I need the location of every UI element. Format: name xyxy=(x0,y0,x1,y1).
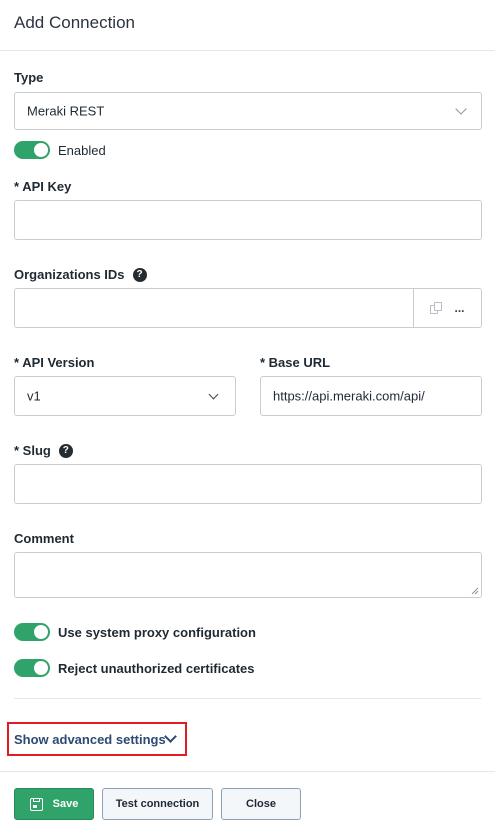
api-version-value: v1 xyxy=(27,388,41,404)
api-version-label: * API Version xyxy=(14,355,95,370)
help-icon[interactable]: ? xyxy=(58,443,73,458)
slug-input[interactable] xyxy=(14,464,482,504)
footer-divider xyxy=(0,771,495,772)
toggle-knob xyxy=(34,661,48,675)
base-url-label: * Base URL xyxy=(260,355,331,370)
api-version-select[interactable]: v1 xyxy=(14,376,236,416)
toggle-knob xyxy=(34,143,48,157)
more-options-button[interactable]: ... xyxy=(454,301,464,315)
comment-textarea[interactable] xyxy=(14,552,482,598)
org-ids-input[interactable]: ... xyxy=(14,288,482,328)
chevron-down-icon xyxy=(208,389,219,400)
api-key-input[interactable] xyxy=(14,200,482,240)
resize-handle-icon[interactable] xyxy=(471,587,479,595)
test-connection-label: Test connection xyxy=(115,798,200,810)
close-button[interactable]: Close xyxy=(221,788,301,820)
api-key-label: * API Key xyxy=(14,179,72,194)
base-url-input[interactable]: https://api.meraki.com/api/ xyxy=(260,376,482,416)
type-select[interactable]: Meraki REST xyxy=(14,92,482,130)
copy-icon[interactable] xyxy=(430,301,443,315)
type-select-value: Meraki REST xyxy=(27,103,105,119)
advanced-settings-label: Show advanced settings xyxy=(14,731,166,747)
toggle-knob xyxy=(34,625,48,639)
system-proxy-toggle[interactable] xyxy=(14,623,50,641)
section-divider xyxy=(14,698,481,699)
chevron-down-icon xyxy=(455,103,467,115)
comment-label: Comment xyxy=(14,531,74,546)
slug-label-text: * Slug xyxy=(14,443,51,458)
close-button-label: Close xyxy=(246,798,276,810)
test-connection-button[interactable]: Test connection xyxy=(102,788,213,820)
save-button-label: Save xyxy=(52,798,79,810)
dialog-header: Add Connection xyxy=(0,0,495,51)
enabled-toggle[interactable] xyxy=(14,141,50,159)
slug-label: * Slug ? xyxy=(14,443,73,458)
org-ids-actions: ... xyxy=(413,289,481,327)
reject-unauthorized-toggle[interactable] xyxy=(14,659,50,677)
dialog-title: Add Connection xyxy=(14,13,135,32)
save-button[interactable]: Save xyxy=(14,788,94,820)
help-icon[interactable]: ? xyxy=(132,267,147,282)
reject-unauthorized-label: Reject unauthorized certificates xyxy=(58,661,255,676)
show-advanced-settings-button[interactable]: Show advanced settings xyxy=(7,722,187,756)
system-proxy-label: Use system proxy configuration xyxy=(58,625,256,640)
save-icon xyxy=(29,797,43,811)
org-ids-label: Organizations IDs ? xyxy=(14,267,147,282)
base-url-value: https://api.meraki.com/api/ xyxy=(273,388,425,404)
enabled-label: Enabled xyxy=(58,143,106,158)
type-label: Type xyxy=(14,70,44,85)
chevron-down-icon xyxy=(164,730,177,743)
org-ids-label-text: Organizations IDs xyxy=(14,267,125,282)
